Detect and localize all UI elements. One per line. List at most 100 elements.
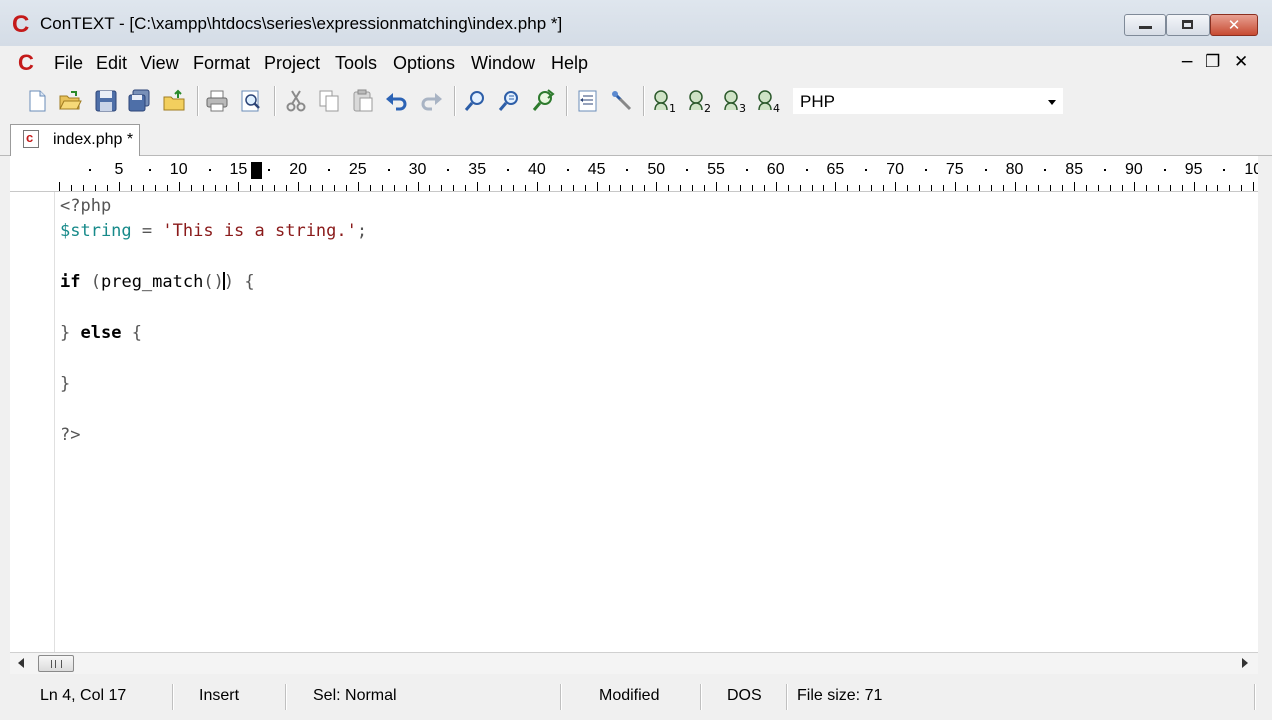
mdi-close-button[interactable]: ✕ <box>1234 52 1248 72</box>
chevron-down-icon <box>1048 100 1056 105</box>
window-maximize-button[interactable] <box>1166 14 1210 36</box>
new-file-icon[interactable] <box>24 88 50 114</box>
ruler-tick <box>859 185 861 191</box>
window-minimize-button[interactable] <box>1124 14 1166 36</box>
ruler-tick <box>1086 185 1088 191</box>
ruler-label: 10 <box>1244 161 1258 178</box>
ruler-tick <box>978 185 980 191</box>
ruler-tick <box>560 185 562 191</box>
ruler-tick <box>680 185 682 191</box>
app-logo-icon: C <box>12 11 30 38</box>
undo-icon[interactable] <box>384 88 410 114</box>
ruler-label: 40 <box>527 161 546 178</box>
ruler-tick <box>465 185 467 191</box>
window-title: ConTEXT - [C:\xampp\htdocs\series\expres… <box>40 14 563 33</box>
ruler-tick <box>548 185 550 191</box>
ruler-tick <box>119 182 120 191</box>
ruler-tick <box>274 185 276 191</box>
ruler-tick <box>1193 182 1195 191</box>
menu-project[interactable]: Project <box>264 53 320 74</box>
macro-icon[interactable] <box>609 88 635 114</box>
user-exec-2-icon[interactable]: 2 <box>686 88 712 114</box>
print-preview-icon[interactable] <box>238 88 264 114</box>
ruler-tick <box>692 185 694 191</box>
status-line-endings: DOS <box>727 687 762 704</box>
paste-icon[interactable] <box>350 88 376 114</box>
ruler-tick <box>1145 185 1147 191</box>
menu-format[interactable]: Format <box>193 53 250 74</box>
save-icon[interactable] <box>93 88 119 114</box>
ruler-tick <box>1205 185 1207 191</box>
status-bar: Ln 4, Col 17 Insert Sel: Normal Modified… <box>0 676 1272 720</box>
user-exec-4-icon[interactable]: 4 <box>755 88 781 114</box>
ruler-dot <box>865 169 868 171</box>
scroll-left-arrow-icon[interactable] <box>18 658 24 668</box>
ruler-dot <box>1104 169 1107 171</box>
find-next-icon[interactable] <box>496 88 522 114</box>
tab-index-php[interactable]: c index.php * <box>10 124 140 156</box>
ruler-tick <box>345 185 347 191</box>
status-divider <box>1254 684 1256 710</box>
svg-text:2: 2 <box>704 102 711 114</box>
menu-view[interactable]: View <box>140 53 179 74</box>
ruler-tick <box>321 185 323 191</box>
ruler-label: 65 <box>826 161 845 178</box>
open-folder-icon[interactable] <box>57 88 83 114</box>
open-folder-up-icon[interactable] <box>161 88 187 114</box>
ruler-dot <box>1163 169 1166 171</box>
menu-help[interactable]: Help <box>551 53 588 74</box>
close-icon: ✕ <box>1227 16 1241 34</box>
code-line-10: ?> <box>60 425 81 445</box>
mdi-restore-button[interactable]: ❐ <box>1205 52 1220 72</box>
status-file-size: File size: 71 <box>797 687 883 704</box>
ruler-label: 55 <box>707 161 725 178</box>
language-select[interactable]: PHP <box>793 88 1063 114</box>
indent-icon[interactable] <box>575 88 601 114</box>
ruler-tick <box>178 182 180 191</box>
user-exec-3-icon[interactable]: 3 <box>721 88 747 114</box>
user-exec-1-icon[interactable]: 1 <box>651 88 677 114</box>
ruler-tick <box>799 185 801 191</box>
status-selection-mode: Sel: Normal <box>313 687 397 704</box>
document-menu-icon[interactable]: C <box>18 51 42 75</box>
ruler-dot <box>1223 169 1226 171</box>
find-icon[interactable] <box>462 88 488 114</box>
menu-file[interactable]: File <box>54 53 83 74</box>
menu-tools[interactable]: Tools <box>335 53 377 74</box>
save-all-icon[interactable] <box>126 88 152 114</box>
menu-window[interactable]: Window <box>471 53 535 74</box>
cut-icon[interactable] <box>283 88 309 114</box>
print-icon[interactable] <box>204 88 230 114</box>
ruler-tick <box>930 185 932 191</box>
ruler-tick <box>214 185 216 191</box>
ruler-tick <box>489 185 491 191</box>
replace-icon[interactable] <box>530 88 556 114</box>
ruler-tick <box>453 185 455 191</box>
redo-icon[interactable] <box>418 88 444 114</box>
code-editor[interactable]: <?php $string = 'This is a string.'; if … <box>10 192 1258 652</box>
ruler-tick <box>1241 185 1243 191</box>
ruler-tick <box>369 185 371 191</box>
ruler-tick <box>130 185 132 191</box>
menu-edit[interactable]: Edit <box>96 53 127 74</box>
ruler-tick <box>417 182 419 191</box>
mdi-minimize-button[interactable]: − <box>1180 52 1194 72</box>
scrollbar-thumb[interactable] <box>38 655 74 672</box>
ruler-tick <box>310 185 312 191</box>
horizontal-scrollbar[interactable] <box>10 652 1258 674</box>
window-close-button[interactable]: ✕ <box>1210 14 1258 36</box>
scroll-right-arrow-icon[interactable] <box>1242 658 1248 668</box>
ruler-dot <box>327 169 330 171</box>
php-file-icon: c <box>23 130 39 148</box>
code-line-2: $string = 'This is a string.'; <box>60 221 368 241</box>
code-line-6: } else { <box>60 323 142 343</box>
ruler-dot <box>686 169 689 171</box>
copy-icon[interactable] <box>316 88 342 114</box>
status-divider <box>285 684 287 710</box>
ruler-label: 30 <box>408 161 427 178</box>
ruler-tick <box>166 185 168 191</box>
menu-options[interactable]: Options <box>393 53 455 74</box>
ruler-dot <box>1044 169 1047 171</box>
ruler-label: 20 <box>289 161 307 178</box>
ruler-tick <box>823 185 825 191</box>
